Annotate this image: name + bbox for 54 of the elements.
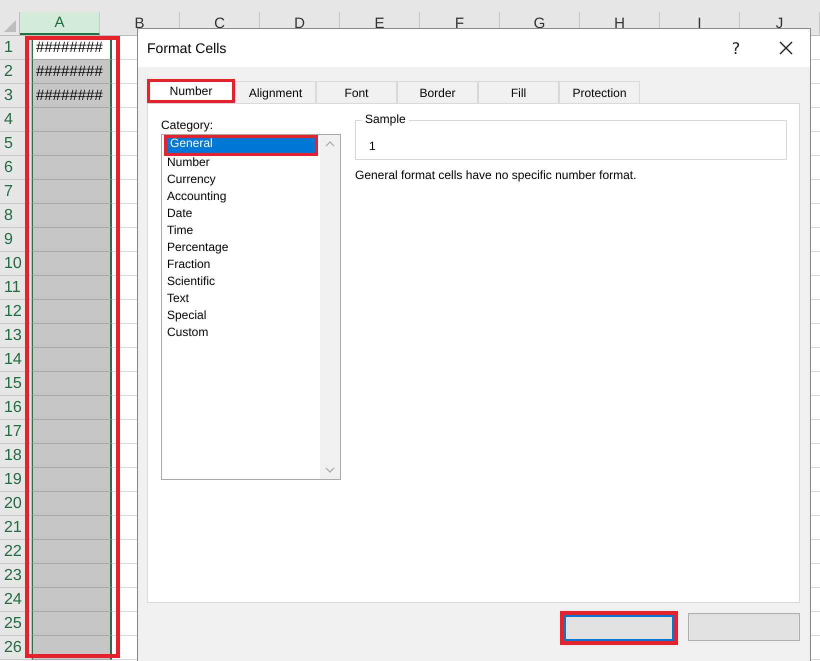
sheet-cell[interactable] [32,588,112,612]
sheet-cell[interactable] [32,276,112,300]
sheet-cell[interactable] [32,204,112,228]
format-description: General format cells have no specific number format. [355,168,638,182]
category-label: Category: [161,118,214,132]
category-item[interactable]: Percentage [164,239,318,256]
tab[interactable]: Number [147,79,235,103]
category-item[interactable]: Time [164,222,318,239]
scrollbar[interactable] [320,135,340,479]
help-button[interactable]: ? [716,38,756,58]
sample-label: Sample [362,112,409,126]
sheet-cell[interactable]: ######## [32,84,112,108]
sheet-cell[interactable] [32,564,112,588]
sheet-cell[interactable] [32,516,112,540]
sheet-cell[interactable] [32,540,112,564]
sheet-cell[interactable] [32,180,112,204]
dialog-button[interactable] [560,611,678,645]
sample-value: 1 [369,139,376,153]
sheet-cell[interactable] [32,420,112,444]
scroll-down-icon[interactable] [325,467,335,473]
tab[interactable]: Font [316,81,397,103]
category-item[interactable]: Text [164,290,318,307]
sheet-cell[interactable] [32,372,112,396]
scroll-up-icon[interactable] [325,141,335,147]
category-item[interactable]: General [164,135,318,156]
category-item[interactable]: Fraction [164,256,318,273]
sheet-cell[interactable] [32,156,112,180]
sheet-cell[interactable] [32,132,112,156]
sheet-cell[interactable] [32,444,112,468]
sheet-cell[interactable]: ######## [32,60,112,84]
close-icon [779,41,793,55]
category-item[interactable]: Scientific [164,273,318,290]
sheet-cell[interactable] [32,228,112,252]
sheet-cell[interactable] [32,324,112,348]
sheet-cell[interactable] [32,468,112,492]
window-title: Format Cells [147,40,228,56]
category-item[interactable]: Date [164,205,318,222]
tab[interactable]: Border [397,81,478,103]
tab[interactable]: Protection [559,81,640,103]
tab[interactable]: Alignment [235,81,316,103]
sheet-cell[interactable] [32,300,112,324]
sheet-cell[interactable] [32,396,112,420]
tab[interactable]: Fill [478,81,559,103]
sheet-cell[interactable] [32,348,112,372]
sheet-cell[interactable] [32,612,112,636]
sheet-cell[interactable] [32,492,112,516]
category-item[interactable]: Special [164,307,318,324]
category-item[interactable]: Number [164,154,318,171]
column-header[interactable]: A [20,12,100,35]
category-item[interactable]: Currency [164,171,318,188]
category-item[interactable]: Custom [164,324,318,341]
sheet-cell[interactable] [32,252,112,276]
sheet-cell[interactable] [32,108,112,132]
category-item[interactable]: Accounting [164,188,318,205]
